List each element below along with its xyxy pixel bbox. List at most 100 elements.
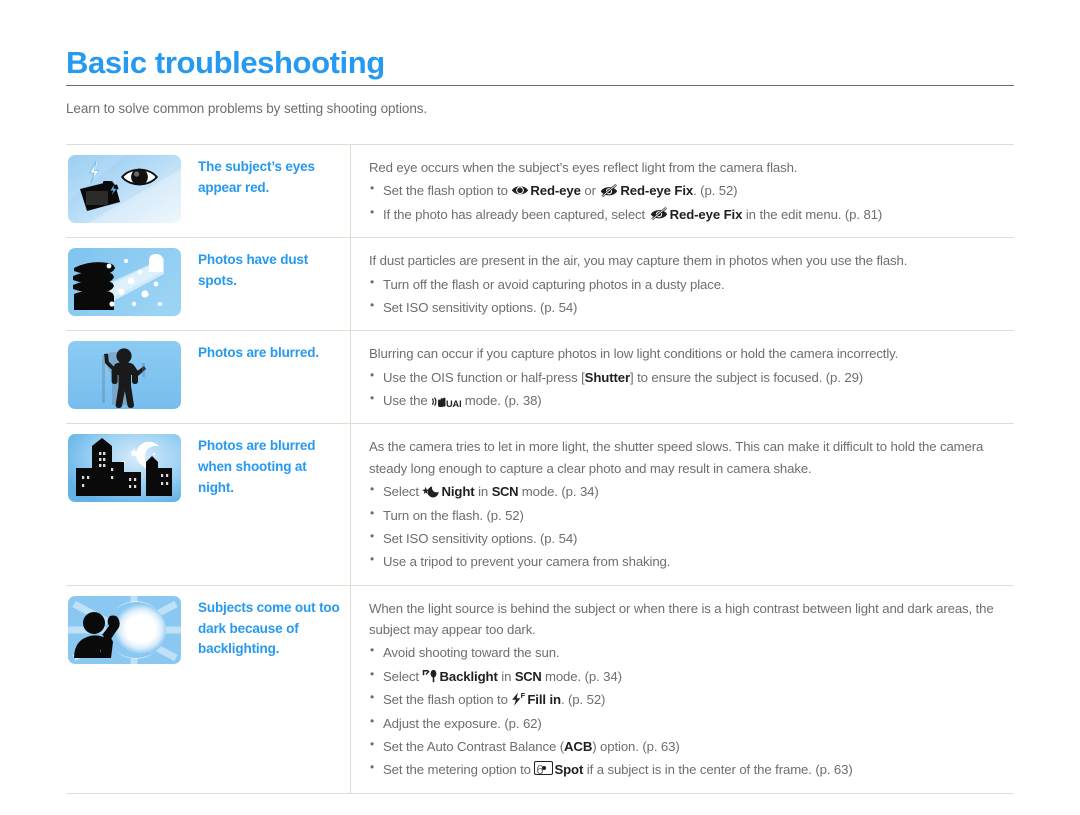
solution-bullet: Use a tripod to prevent your camera from… xyxy=(369,550,1014,572)
emphasis-text: Red-eye xyxy=(530,183,581,199)
red-eye-thumbnail xyxy=(68,155,181,223)
body-text: in xyxy=(474,484,492,500)
solution-bullet-list: Select Night in SCN mode. (p. 34) Turn on… xyxy=(369,480,1014,573)
solution-bullet: Select Backlight in SCN mode. (p. 34) xyxy=(369,665,1014,687)
solution-cell: Blurring can occur if you capture photos… xyxy=(350,331,1014,424)
night-mode-icon xyxy=(422,483,440,498)
body-text: Set the flash option to xyxy=(383,183,512,199)
body-text: Set the flash option to xyxy=(383,692,512,708)
problem-label: Subjects come out too dark because of ba… xyxy=(198,599,340,657)
solution-bullet: Turn off the flash or avoid capturing ph… xyxy=(369,272,1014,295)
body-text: Avoid shooting toward the sun. xyxy=(383,645,560,661)
row-icon-cell xyxy=(66,331,194,421)
solution-bullet: Adjust the exposure. (p. 62) xyxy=(369,711,1014,734)
row-icon-cell xyxy=(66,145,194,235)
emphasis-text: Red-eye Fix xyxy=(620,183,694,199)
solution-cell: If dust particles are present in the air… xyxy=(350,238,1014,331)
body-text: mode. (p. 34) xyxy=(518,484,599,500)
solution-cell: As the camera tries to let in more light… xyxy=(350,424,1014,585)
solution-bullet-list: Avoid shooting toward the sun. Select Bac… xyxy=(369,641,1014,780)
svg-text:UAL: UAL xyxy=(446,399,461,408)
emphasis-text: Red-eye Fix xyxy=(669,206,743,222)
row-icon-cell xyxy=(66,586,194,676)
backlighting-thumbnail xyxy=(68,595,181,664)
fill-in-flash-icon: F xyxy=(511,691,526,706)
night-city-thumbnail xyxy=(68,434,181,503)
body-text: Use the OIS function or half-press [ xyxy=(383,369,585,385)
solution-bullet: Set the flash option to F Fill in. (p. 5… xyxy=(369,688,1014,710)
body-text: Set ISO sensitivity options. (p. 54) xyxy=(383,299,578,315)
body-text: Set the Auto Contrast Balance ( xyxy=(383,738,565,754)
body-text: Use a tripod to prevent your camera from… xyxy=(383,554,671,570)
body-text: . (p. 52) xyxy=(693,183,738,199)
solution-cell: Red eye occurs when the subject’s eyes r… xyxy=(350,145,1014,238)
solution-bullet: Select Night in SCN mode. (p. 34) xyxy=(369,480,1014,502)
row-icon-cell xyxy=(66,238,194,328)
body-text: ) option. (p. 63) xyxy=(592,738,680,754)
emphasis-text: Night xyxy=(441,484,475,500)
body-text: Use the xyxy=(383,393,432,408)
solution-bullet: Use the UALD mode. (p. 38) xyxy=(369,389,1014,411)
solution-intro: Blurring can occur if you capture photos… xyxy=(369,346,899,362)
solution-bullet: Set ISO sensitivity options. (p. 54) xyxy=(369,527,1014,549)
body-text: If the photo has already been captured, … xyxy=(383,206,649,222)
solution-intro: Red eye occurs when the subject’s eyes r… xyxy=(369,160,798,175)
emphasis-text: Backlight xyxy=(439,668,498,684)
eye-fix-icon xyxy=(599,182,619,197)
solution-bullet: Turn on the flash. (p. 52) xyxy=(369,503,1014,526)
body-text: Adjust the exposure. (p. 62) xyxy=(383,715,542,731)
body-text: Select xyxy=(383,484,423,500)
body-text: ] to ensure the subject is focused. (p. … xyxy=(629,369,864,385)
eye-fix-icon xyxy=(649,206,669,221)
page-header: Basic troubleshooting Learn to solve com… xyxy=(66,46,1014,118)
body-text: in the edit menu. (p. 81) xyxy=(742,206,883,222)
title-divider xyxy=(66,85,1014,87)
solution-intro: If dust particles are present in the air… xyxy=(369,253,908,269)
body-text: mode. (p. 34) xyxy=(541,668,622,684)
scn-mode-label: SCN xyxy=(491,484,519,500)
row-icon-cell xyxy=(66,424,194,514)
body-text: in xyxy=(497,668,515,684)
table-row: Photos are blurred when shooting at nigh… xyxy=(66,423,1014,585)
svg-text:D: D xyxy=(439,399,446,408)
emphasis-text: Fill in xyxy=(527,692,561,708)
backlight-icon xyxy=(422,668,438,682)
blurred-photo-thumbnail xyxy=(68,341,181,410)
dust-spots-thumbnail xyxy=(68,248,181,317)
table-row: Photos are blurred. Blurring can occur if… xyxy=(66,330,1014,424)
solution-intro: As the camera tries to let in more light… xyxy=(369,439,984,476)
solution-bullet: If the photo has already been captured, … xyxy=(369,203,1014,225)
body-text: Turn off the flash or avoid capturing ph… xyxy=(383,276,725,292)
body-text: Set ISO sensitivity options. (p. 54) xyxy=(383,530,578,546)
body-text: . (p. 52) xyxy=(560,692,606,708)
solution-bullet-list: Turn off the flash or avoid capturing ph… xyxy=(369,272,1014,319)
svg-text:F: F xyxy=(521,692,526,700)
solution-bullet: Avoid shooting toward the sun. xyxy=(369,641,1014,663)
eye-icon xyxy=(511,184,529,197)
problem-label: Photos are blurred. xyxy=(198,345,319,361)
solution-bullet: Set the Auto Contrast Balance (ACB) opti… xyxy=(369,735,1014,757)
body-text: or xyxy=(580,183,600,199)
acb-label: ACB xyxy=(564,738,593,754)
solution-bullet-list: Set the flash option to Red-eye or Red-e… xyxy=(369,179,1014,225)
solution-bullet: Set ISO sensitivity options. (p. 54) xyxy=(369,296,1014,318)
solution-intro: When the light source is behind the subj… xyxy=(369,600,994,637)
problem-label: Photos have dust spots. xyxy=(198,252,309,289)
table-row: The subject’s eyes appear red. Red eye oc… xyxy=(66,144,1014,238)
problem-label: The subject’s eyes appear red. xyxy=(198,159,315,195)
solution-bullet: Set the flash option to Red-eye or Red-e… xyxy=(369,179,1014,201)
body-text: Turn on the flash. (p. 52) xyxy=(383,507,524,523)
body-text: Select xyxy=(383,668,423,684)
problem-label: Photos are blurred when shooting at nigh… xyxy=(198,438,316,496)
troubleshooting-table: The subject’s eyes appear red. Red eye oc… xyxy=(66,144,1014,794)
dual-is-icon: UALD xyxy=(431,393,465,409)
scn-mode-label: SCN xyxy=(514,668,542,684)
document-page: Basic troubleshooting Learn to solve com… xyxy=(0,0,1080,815)
solution-bullet: Use the OIS function or half-press [Shut… xyxy=(369,366,1014,388)
page-subtitle: Learn to solve common problems by settin… xyxy=(66,101,428,117)
page-number: 6 xyxy=(536,762,544,777)
emphasis-text: Shutter xyxy=(584,369,630,385)
solution-bullet-list: Use the OIS function or half-press [Shut… xyxy=(369,366,1014,412)
table-row: Photos have dust spots. If dust particles… xyxy=(66,237,1014,331)
body-text: mode. (p. 38) xyxy=(461,393,542,408)
